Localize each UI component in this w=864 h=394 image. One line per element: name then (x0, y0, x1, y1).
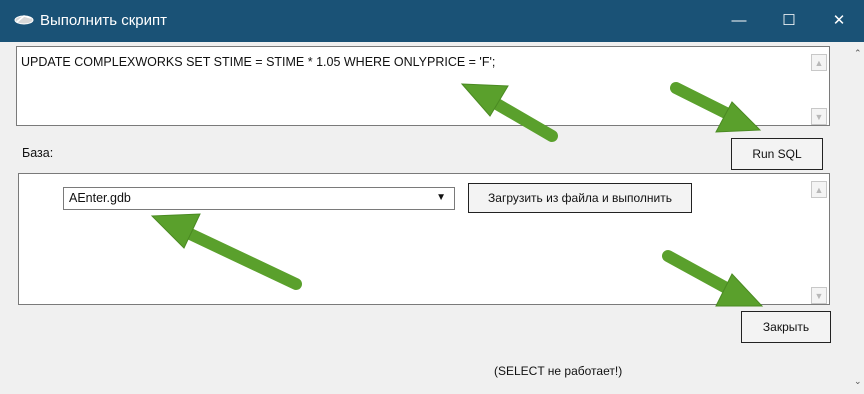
select-note: (SELECT не работает!) (494, 364, 623, 378)
load-from-file-button[interactable]: Загрузить из файла и выполнить (468, 183, 692, 213)
scroll-up-icon[interactable]: ⌃ (854, 48, 862, 59)
database-select[interactable]: AEnter.gdb ▼ (63, 187, 455, 210)
maximize-button[interactable]: ☐ (766, 0, 812, 42)
sql-scrollbar[interactable]: ▲ ▼ (810, 48, 828, 125)
database-label: База: (22, 146, 54, 160)
scroll-up-icon[interactable]: ▲ (811, 181, 827, 198)
scroll-down-icon[interactable]: ⌄ (854, 376, 862, 387)
run-script-window: Выполнить скрипт — ☐ ✕ UPDATE COMPLEXWOR… (0, 0, 864, 394)
scroll-down-icon[interactable]: ▼ (811, 287, 827, 304)
panel-scrollbar[interactable]: ▲ ▼ (810, 175, 828, 304)
dropdown-arrow-icon[interactable]: ▼ (436, 192, 446, 203)
window-scrollbar[interactable]: ⌃ ⌄ (853, 42, 864, 394)
scroll-up-icon[interactable]: ▲ (811, 54, 827, 71)
window-title: Выполнить скрипт (40, 12, 167, 29)
close-window-button[interactable]: ✕ (816, 0, 862, 42)
database-select-value: AEnter.gdb (69, 191, 131, 205)
sql-editor[interactable]: UPDATE COMPLEXWORKS SET STIME = STIME * … (16, 46, 830, 126)
sql-text: UPDATE COMPLEXWORKS SET STIME = STIME * … (21, 55, 496, 69)
database-script-icon (14, 15, 34, 25)
title-bar: Выполнить скрипт — ☐ ✕ (0, 0, 864, 42)
scroll-down-icon[interactable]: ▼ (811, 108, 827, 125)
run-sql-button[interactable]: Run SQL (731, 138, 823, 170)
minimize-button[interactable]: — (716, 0, 762, 42)
close-button[interactable]: Закрыть (741, 311, 831, 343)
